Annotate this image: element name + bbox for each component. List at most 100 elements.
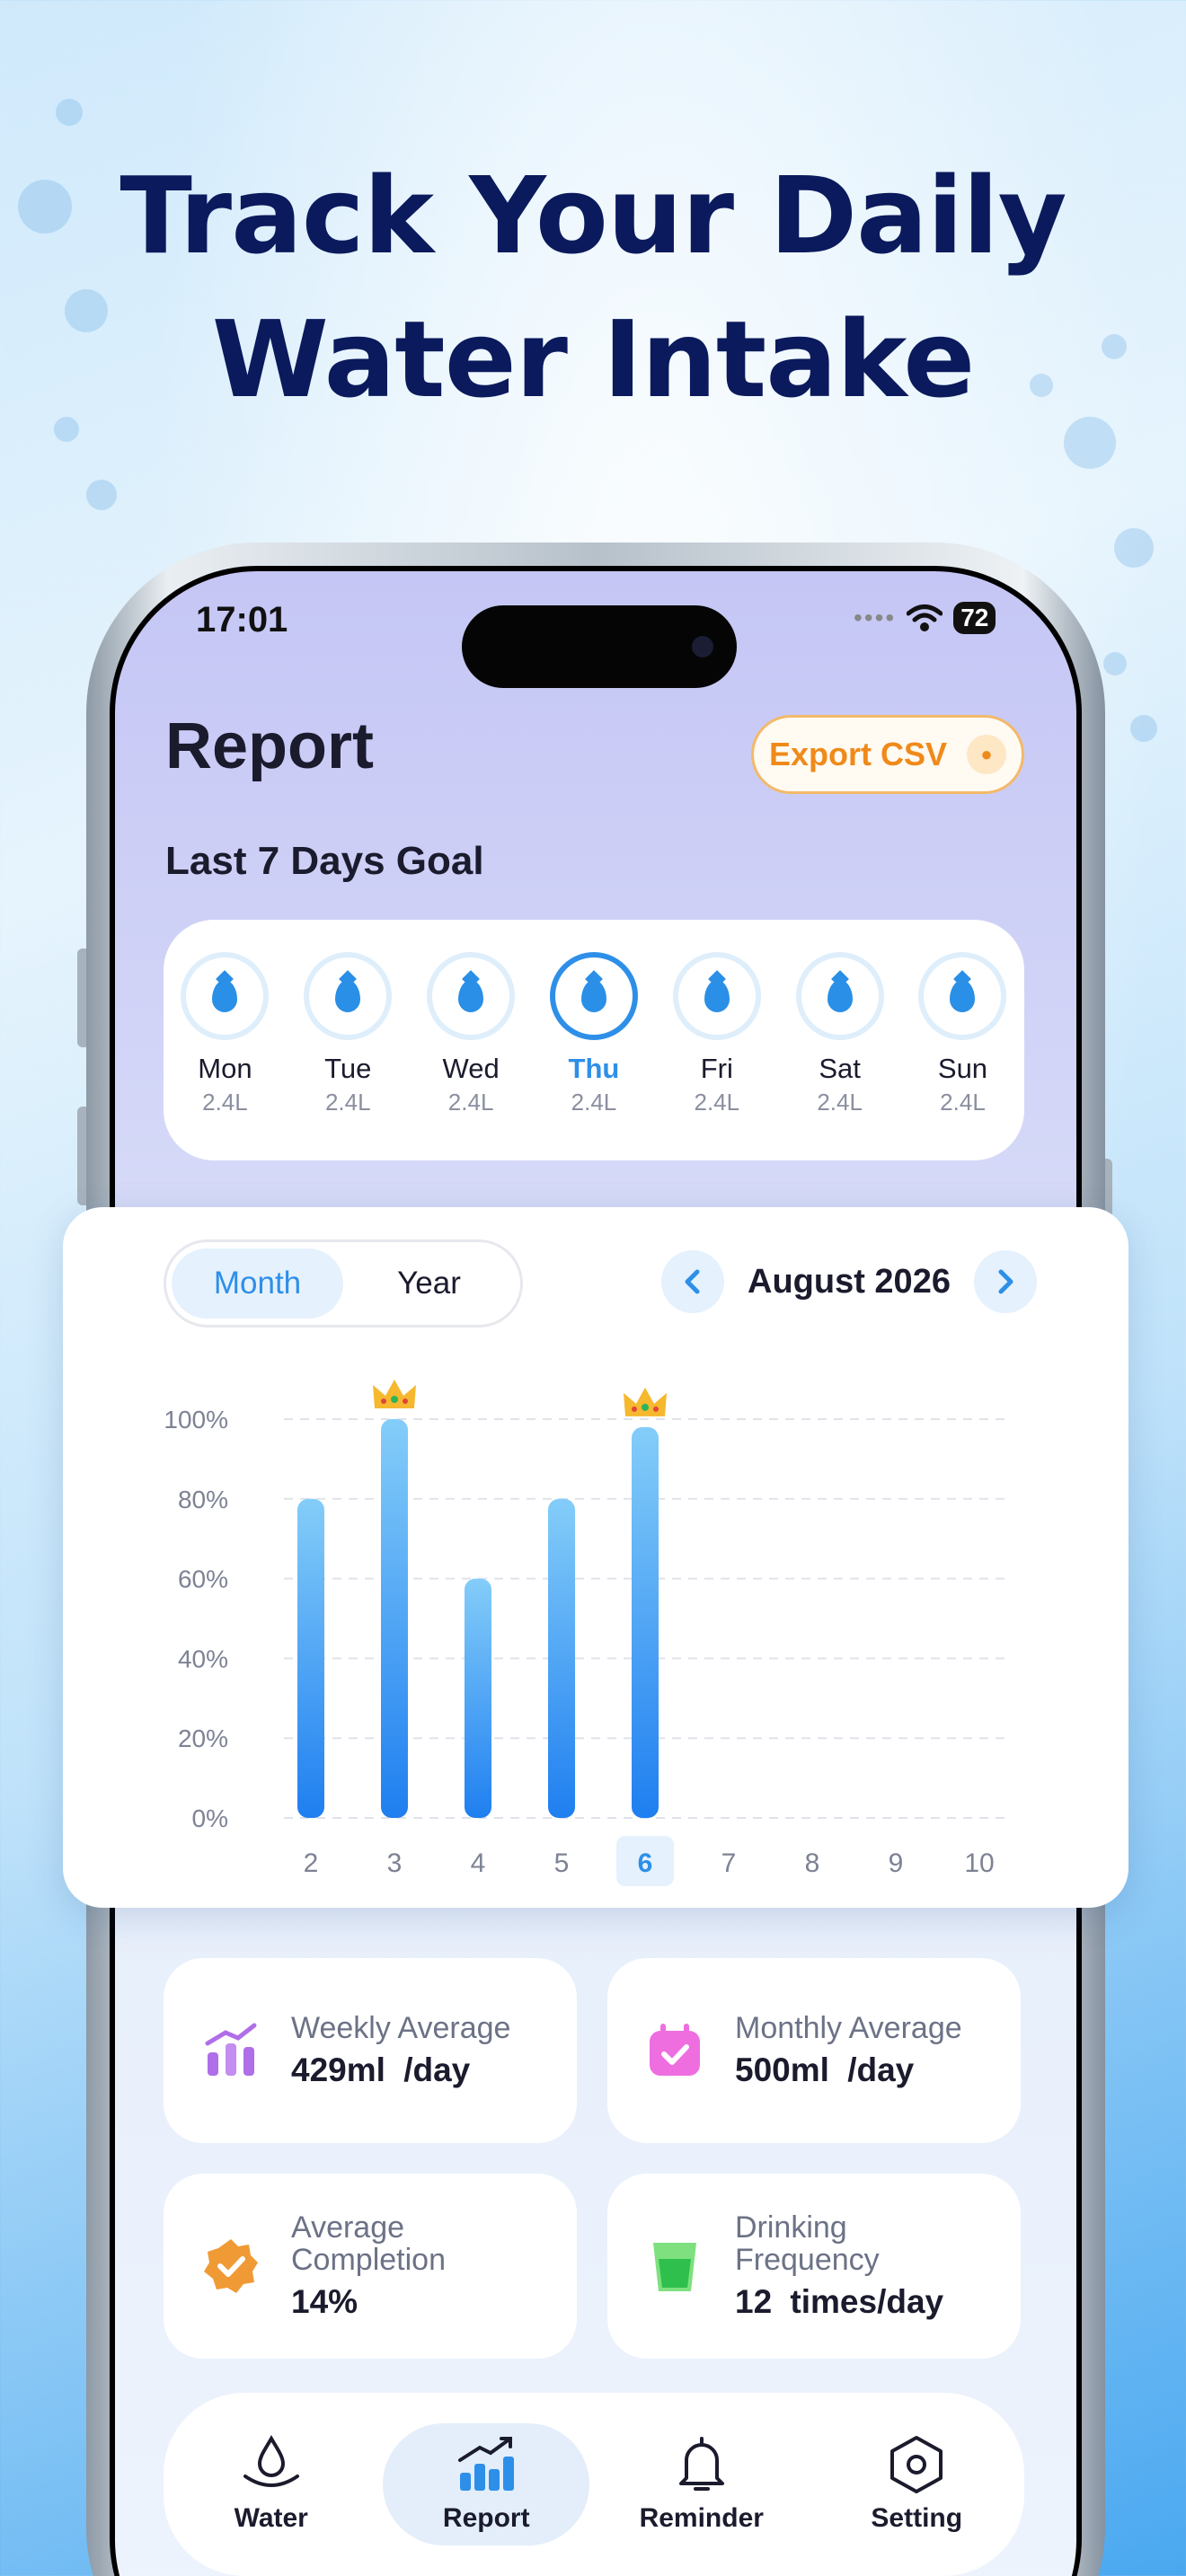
x-tick-label: 2: [304, 1848, 319, 1878]
signal-icon: ••••: [854, 604, 897, 631]
weekly-average-card: Weekly Average 429ml /day: [164, 1958, 577, 2143]
intake-bar-chart: 0% 20% 40% 60% 80% 100% 2 3 4 5 6 7 8 9 10: [164, 1380, 1006, 1886]
x-tick-label: 8: [805, 1848, 820, 1878]
status-indicators: •••• 72: [854, 602, 996, 634]
weekly-goal-card: Mon 2.4L Tue 2.4L Wed 2.4L Thu 2.4L Fri 2.4L Sat 2.…: [164, 920, 1024, 1160]
chart-card: Month Year August 2026 0% 20% 40% 60% 80% 100…: [63, 1207, 1128, 1908]
tab-reminder[interactable]: Reminder: [598, 2423, 805, 2545]
monthly-average-label: Monthly Average: [735, 2011, 962, 2045]
water-drop-icon: [212, 980, 238, 1012]
headline-line-1: Track Your Daily: [119, 154, 1067, 278]
day-name: Mon: [198, 1053, 252, 1084]
tab-setting[interactable]: Setting: [813, 2423, 1020, 2545]
water-drop-icon: [704, 980, 730, 1012]
chart-bar: [297, 1498, 324, 1818]
tab-water[interactable]: Water: [168, 2423, 375, 2545]
export-csv-label: Export CSV: [768, 736, 948, 772]
water-drop-icon: [580, 980, 606, 1012]
day-name: Sun: [937, 1053, 988, 1084]
tab-report[interactable]: Report: [383, 2423, 590, 2545]
chart-bar: [632, 1426, 659, 1818]
x-tick-label: 3: [387, 1848, 403, 1878]
wifi-icon: [907, 604, 943, 631]
goal-ring: [304, 952, 393, 1040]
day-value: 2.4L: [694, 1089, 740, 1116]
day-name: Tue: [324, 1053, 372, 1084]
x-tick-label: 5: [554, 1848, 570, 1878]
weekly-average-value: 429ml /day: [291, 2051, 471, 2088]
average-completion-label-1: Average: [291, 2210, 405, 2245]
drinking-frequency-label-2: Frequency: [735, 2243, 880, 2277]
crown-icon: [624, 1387, 667, 1416]
average-completion-value: 14%: [291, 2283, 358, 2320]
goal-ring: [427, 952, 516, 1040]
water-drop-icon: [458, 980, 484, 1012]
goal-ring: [795, 952, 884, 1040]
average-completion-card: Average Completion 14%: [164, 2174, 577, 2359]
drinking-frequency-card: Drinking Frequency 12 times/day: [607, 2174, 1021, 2359]
chart-bar: [548, 1498, 575, 1818]
monthly-average-value: 500ml /day: [735, 2051, 915, 2088]
day-goal-fri[interactable]: Fri 2.4L: [668, 952, 766, 1160]
day-value: 2.4L: [447, 1089, 494, 1116]
drinking-frequency-value: 12 times/day: [735, 2283, 944, 2320]
camera-icon: [692, 636, 713, 657]
bubble-decoration: [56, 99, 83, 126]
chart-bar: [381, 1419, 408, 1818]
crown-icon: [373, 1380, 416, 1408]
export-csv-button[interactable]: Export CSV ●: [751, 715, 1024, 794]
day-value: 2.4L: [202, 1089, 248, 1116]
headline-line-2: Water Intake: [211, 297, 976, 421]
water-drop-icon: [950, 980, 976, 1012]
day-goal-mon[interactable]: Mon 2.4L: [175, 952, 274, 1160]
x-tick-label: 9: [889, 1848, 904, 1878]
calendar-check-icon: [643, 2019, 706, 2082]
goal-ring: [549, 952, 638, 1040]
goal-section-title: Last 7 Days Goal: [165, 839, 484, 883]
day-value: 2.4L: [324, 1089, 371, 1116]
lock-icon: ●: [967, 735, 1007, 774]
weekly-average-label: Weekly Average: [291, 2011, 511, 2045]
goal-ring: [181, 952, 270, 1040]
bar-chart-icon: [199, 2019, 262, 2082]
day-value: 2.4L: [817, 1089, 863, 1116]
monthly-average-card: Monthly Average 500ml /day: [607, 1958, 1021, 2143]
water-drop-icon: [827, 980, 853, 1012]
headline: Track Your Daily Water Intake: [0, 144, 1186, 431]
day-goal-sat[interactable]: Sat 2.4L: [791, 952, 890, 1160]
day-goal-wed[interactable]: Wed 2.4L: [421, 952, 520, 1160]
bubble-decoration: [1130, 715, 1157, 742]
day-goal-thu[interactable]: Thu 2.4L: [544, 952, 643, 1160]
y-tick-label: 40%: [178, 1645, 228, 1672]
status-time: 17:01: [196, 600, 288, 640]
goal-ring: [672, 952, 761, 1040]
report-chart-icon: [458, 2437, 515, 2491]
water-drop-icon: [243, 2435, 299, 2487]
day-value: 2.4L: [940, 1089, 986, 1116]
day-goal-sun[interactable]: Sun 2.4L: [913, 952, 1012, 1160]
day-name: Wed: [442, 1053, 500, 1084]
settings-hex-icon: [890, 2436, 943, 2493]
bottom-tab-bar: Water Report Reminder Setting: [164, 2393, 1024, 2576]
page-title: Report: [165, 710, 374, 782]
average-completion-label-2: Completion: [291, 2243, 446, 2277]
day-name: Fri: [700, 1053, 733, 1084]
y-tick-label: 100%: [164, 1406, 228, 1434]
x-tick-label: 7: [721, 1848, 737, 1878]
water-drop-icon: [335, 980, 361, 1012]
tab-water-label: Water: [234, 2503, 308, 2533]
bubble-decoration: [1103, 652, 1127, 675]
tab-report-label: Report: [442, 2503, 530, 2533]
glass-icon: [643, 2235, 706, 2298]
day-goal-tue[interactable]: Tue 2.4L: [298, 952, 397, 1160]
x-tick-label: 6: [638, 1848, 653, 1878]
day-name: Sat: [819, 1053, 861, 1084]
goal-ring: [918, 952, 1007, 1040]
tab-reminder-label: Reminder: [639, 2503, 764, 2533]
bubble-decoration: [1114, 528, 1154, 568]
battery-indicator: 72: [953, 602, 996, 634]
x-tick-label: 4: [471, 1848, 486, 1878]
y-tick-label: 60%: [178, 1566, 228, 1593]
chart-bar: [465, 1578, 491, 1818]
tab-setting-label: Setting: [871, 2503, 963, 2533]
